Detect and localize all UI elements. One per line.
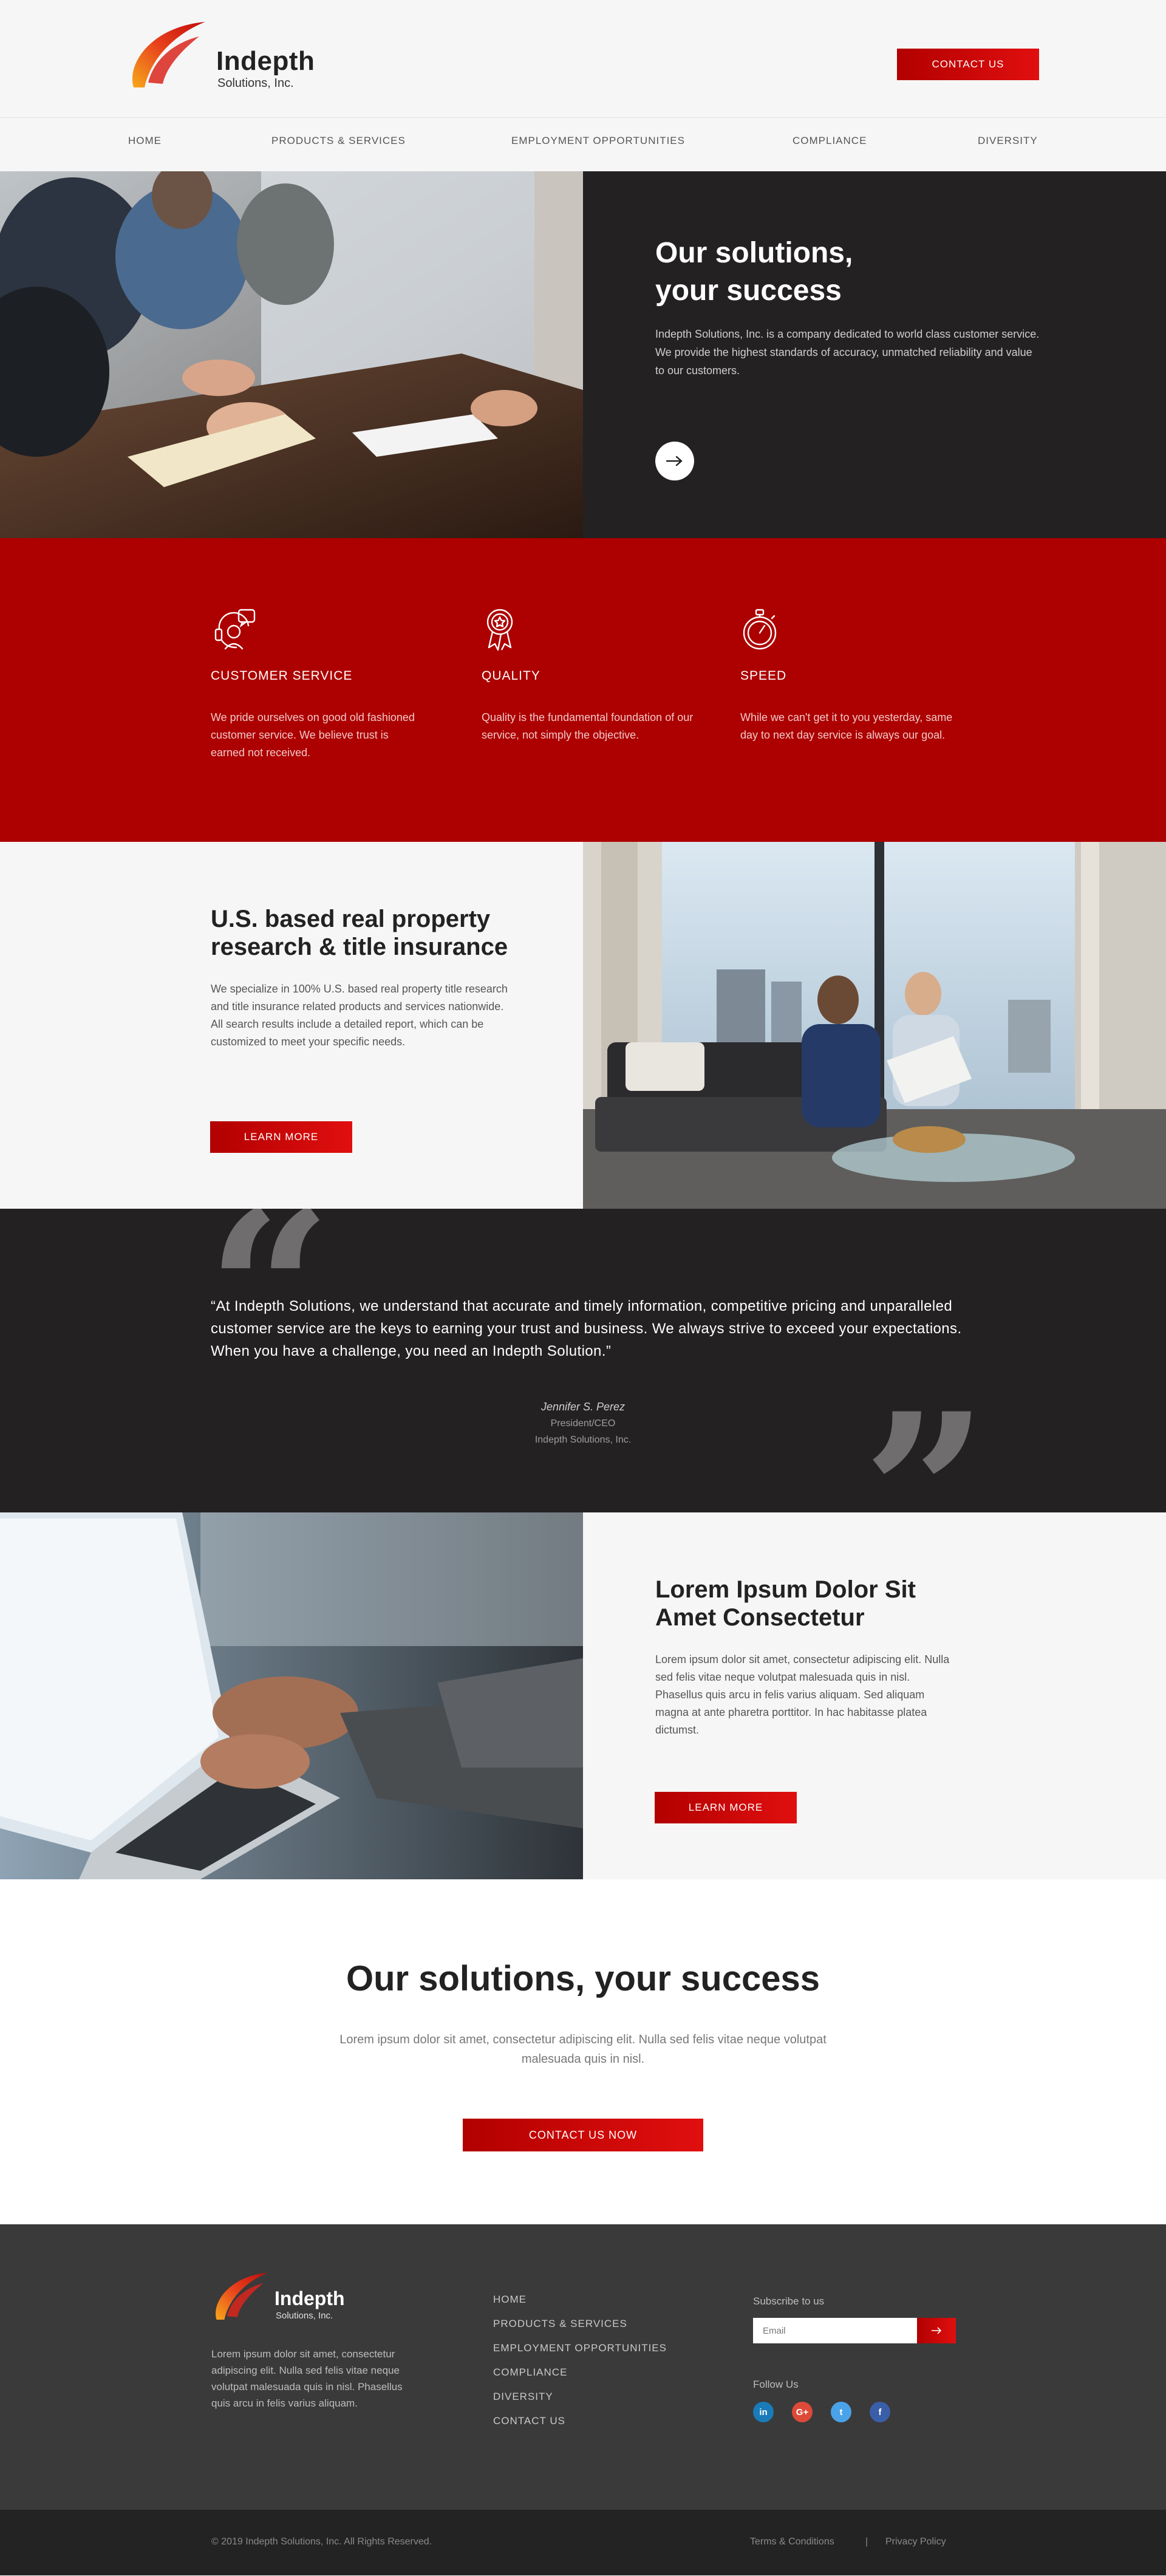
footer-link-products-services[interactable]: PRODUCTS & SERVICES xyxy=(493,2318,667,2342)
copyright-text: © 2019 Indepth Solutions, Inc. All Right… xyxy=(211,2537,432,2547)
footer-link-employment[interactable]: EMPLOYMENT OPPORTUNITIES xyxy=(493,2342,667,2366)
main-navigation: HOME PRODUCTS & SERVICES EMPLOYMENT OPPO… xyxy=(0,118,1166,171)
arrow-right-icon xyxy=(666,456,683,466)
footer-link-compliance[interactable]: COMPLIANCE xyxy=(493,2366,667,2391)
features-section: CUSTOMER SERVICE We pride ourselves on g… xyxy=(0,538,1166,842)
logo-subtitle: Solutions, Inc. xyxy=(217,77,294,90)
testimonial-quote: “At Indepth Solutions, we understand tha… xyxy=(211,1298,962,1359)
privacy-link[interactable]: Privacy Policy xyxy=(885,2537,946,2547)
feature-description: Quality is the fundamental foundation of… xyxy=(482,711,694,741)
footer-logo-name: Indepth xyxy=(274,2287,345,2309)
logo-name: Indepth xyxy=(216,46,315,76)
property-section: U.S. based real property research & titl… xyxy=(0,842,1166,1209)
subscribe-label: Subscribe to us xyxy=(753,2295,825,2307)
feature-quality: QUALITY Quality is the fundamental found… xyxy=(482,605,700,744)
email-field[interactable] xyxy=(753,2318,917,2343)
testimonial-author: Jennifer S. Perez xyxy=(540,1401,626,1413)
property-title-line1: U.S. based real property xyxy=(211,906,491,932)
feature-speed: SPEED While we can't get it to you yeste… xyxy=(740,605,959,744)
hero-section: Our solutions, your success Indepth Solu… xyxy=(0,171,1166,538)
link-separator: | xyxy=(865,2537,868,2547)
property-description: We specialize in 100% U.S. based real pr… xyxy=(211,983,508,1048)
hero-title: Our solutions, your success xyxy=(655,234,1020,310)
cta-title: Our solutions, your success xyxy=(346,1959,820,1998)
laptop-photo xyxy=(0,1512,583,1879)
hero-title-line2: your success xyxy=(655,275,842,307)
feature-title: SPEED xyxy=(740,669,787,683)
logo-swoosh-icon xyxy=(132,22,205,87)
hero-description: Indepth Solutions, Inc. is a company ded… xyxy=(655,328,1040,377)
nav-item-home[interactable]: HOME xyxy=(128,135,162,147)
footer-about: Lorem ipsum dolor sit amet, consectetur … xyxy=(211,2348,403,2409)
hero-panel: Our solutions, your success Indepth Solu… xyxy=(583,171,1166,538)
lorem-title-line2: Amet Consectetur xyxy=(655,1604,865,1631)
lorem-description: Lorem ipsum dolor sit amet, consectetur … xyxy=(655,1653,950,1736)
lorem-title: Lorem Ipsum Dolor Sit Amet Consectetur xyxy=(655,1576,995,1631)
stopwatch-icon xyxy=(743,609,777,650)
feature-customer-service: CUSTOMER SERVICE We pride ourselves on g… xyxy=(211,605,429,762)
subscribe-button[interactable] xyxy=(917,2318,956,2343)
arrow-right-icon xyxy=(932,2327,942,2334)
footer-logo-subtitle: Solutions, Inc. xyxy=(276,2311,333,2321)
footer-logo[interactable]: Indepth Solutions, Inc. xyxy=(211,2268,369,2324)
footer-link-contact-us[interactable]: CONTACT US xyxy=(493,2415,667,2439)
site-footer: Indepth Solutions, Inc. Lorem ipsum dolo… xyxy=(0,2224,1166,2510)
property-panel: U.S. based real property research & titl… xyxy=(0,842,583,1209)
follow-us-label: Follow Us xyxy=(753,2379,799,2390)
customer-service-icon xyxy=(214,609,256,650)
meeting-photo xyxy=(0,171,583,538)
bottom-bar: © 2019 Indepth Solutions, Inc. All Right… xyxy=(0,2510,1166,2575)
site-header: Indepth Solutions, Inc. CONTACT US xyxy=(0,0,1166,118)
footer-links: HOME PRODUCTS & SERVICES EMPLOYMENT OPPO… xyxy=(493,2294,667,2439)
property-title-line2: research & title insurance xyxy=(211,934,508,960)
contact-us-button[interactable]: CONTACT US xyxy=(897,49,1039,80)
nav-item-compliance[interactable]: COMPLIANCE xyxy=(793,135,867,147)
linkedin-icon[interactable]: in xyxy=(753,2402,774,2422)
feature-description: We pride ourselves on good old fashioned… xyxy=(211,711,415,759)
nav-item-diversity[interactable]: DIVERSITY xyxy=(978,135,1038,147)
testimonial-section: “ ” “At Indepth Solutions, we understand… xyxy=(0,1209,1166,1512)
nav-item-employment[interactable]: EMPLOYMENT OPPORTUNITIES xyxy=(511,135,685,147)
property-title: U.S. based real property research & titl… xyxy=(211,905,551,961)
hero-title-line1: Our solutions, xyxy=(655,237,853,269)
lorem-section: Lorem Ipsum Dolor Sit Amet Consectetur L… xyxy=(0,1512,1166,1879)
contact-us-now-button[interactable]: CONTACT US NOW xyxy=(463,2119,703,2151)
company-logo[interactable]: Indepth Solutions, Inc. xyxy=(126,16,327,94)
hero-next-button[interactable] xyxy=(655,442,694,480)
lorem-title-line1: Lorem Ipsum Dolor Sit xyxy=(655,1576,916,1603)
cta-section: Our solutions, your success Lorem ipsum … xyxy=(0,1879,1166,2224)
nav-item-products-services[interactable]: PRODUCTS & SERVICES xyxy=(271,135,406,147)
lorem-panel: Lorem Ipsum Dolor Sit Amet Consectetur L… xyxy=(583,1512,1166,1879)
footer-link-home[interactable]: HOME xyxy=(493,2294,667,2318)
feature-title: CUSTOMER SERVICE xyxy=(211,669,353,683)
learn-more-button[interactable]: LEARN MORE xyxy=(210,1121,352,1153)
feature-description: While we can't get it to you yesterday, … xyxy=(740,711,953,741)
cta-description: Lorem ipsum dolor sit amet, consectetur … xyxy=(339,2033,827,2066)
testimonial-role: President/CEO xyxy=(550,1418,616,1429)
quality-badge-icon xyxy=(486,609,513,651)
facebook-icon[interactable]: f xyxy=(870,2402,890,2422)
testimonial-company: Indepth Solutions, Inc. xyxy=(534,1435,632,1445)
footer-link-diversity[interactable]: DIVERSITY xyxy=(493,2391,667,2415)
google-plus-icon[interactable]: G+ xyxy=(792,2402,813,2422)
logo-swoosh-icon xyxy=(216,2272,268,2320)
twitter-icon[interactable]: t xyxy=(831,2402,851,2422)
terms-link[interactable]: Terms & Conditions xyxy=(750,2537,834,2547)
learn-more-button[interactable]: LEARN MORE xyxy=(655,1792,797,1823)
feature-title: QUALITY xyxy=(482,669,540,683)
office-photo xyxy=(583,842,1166,1209)
